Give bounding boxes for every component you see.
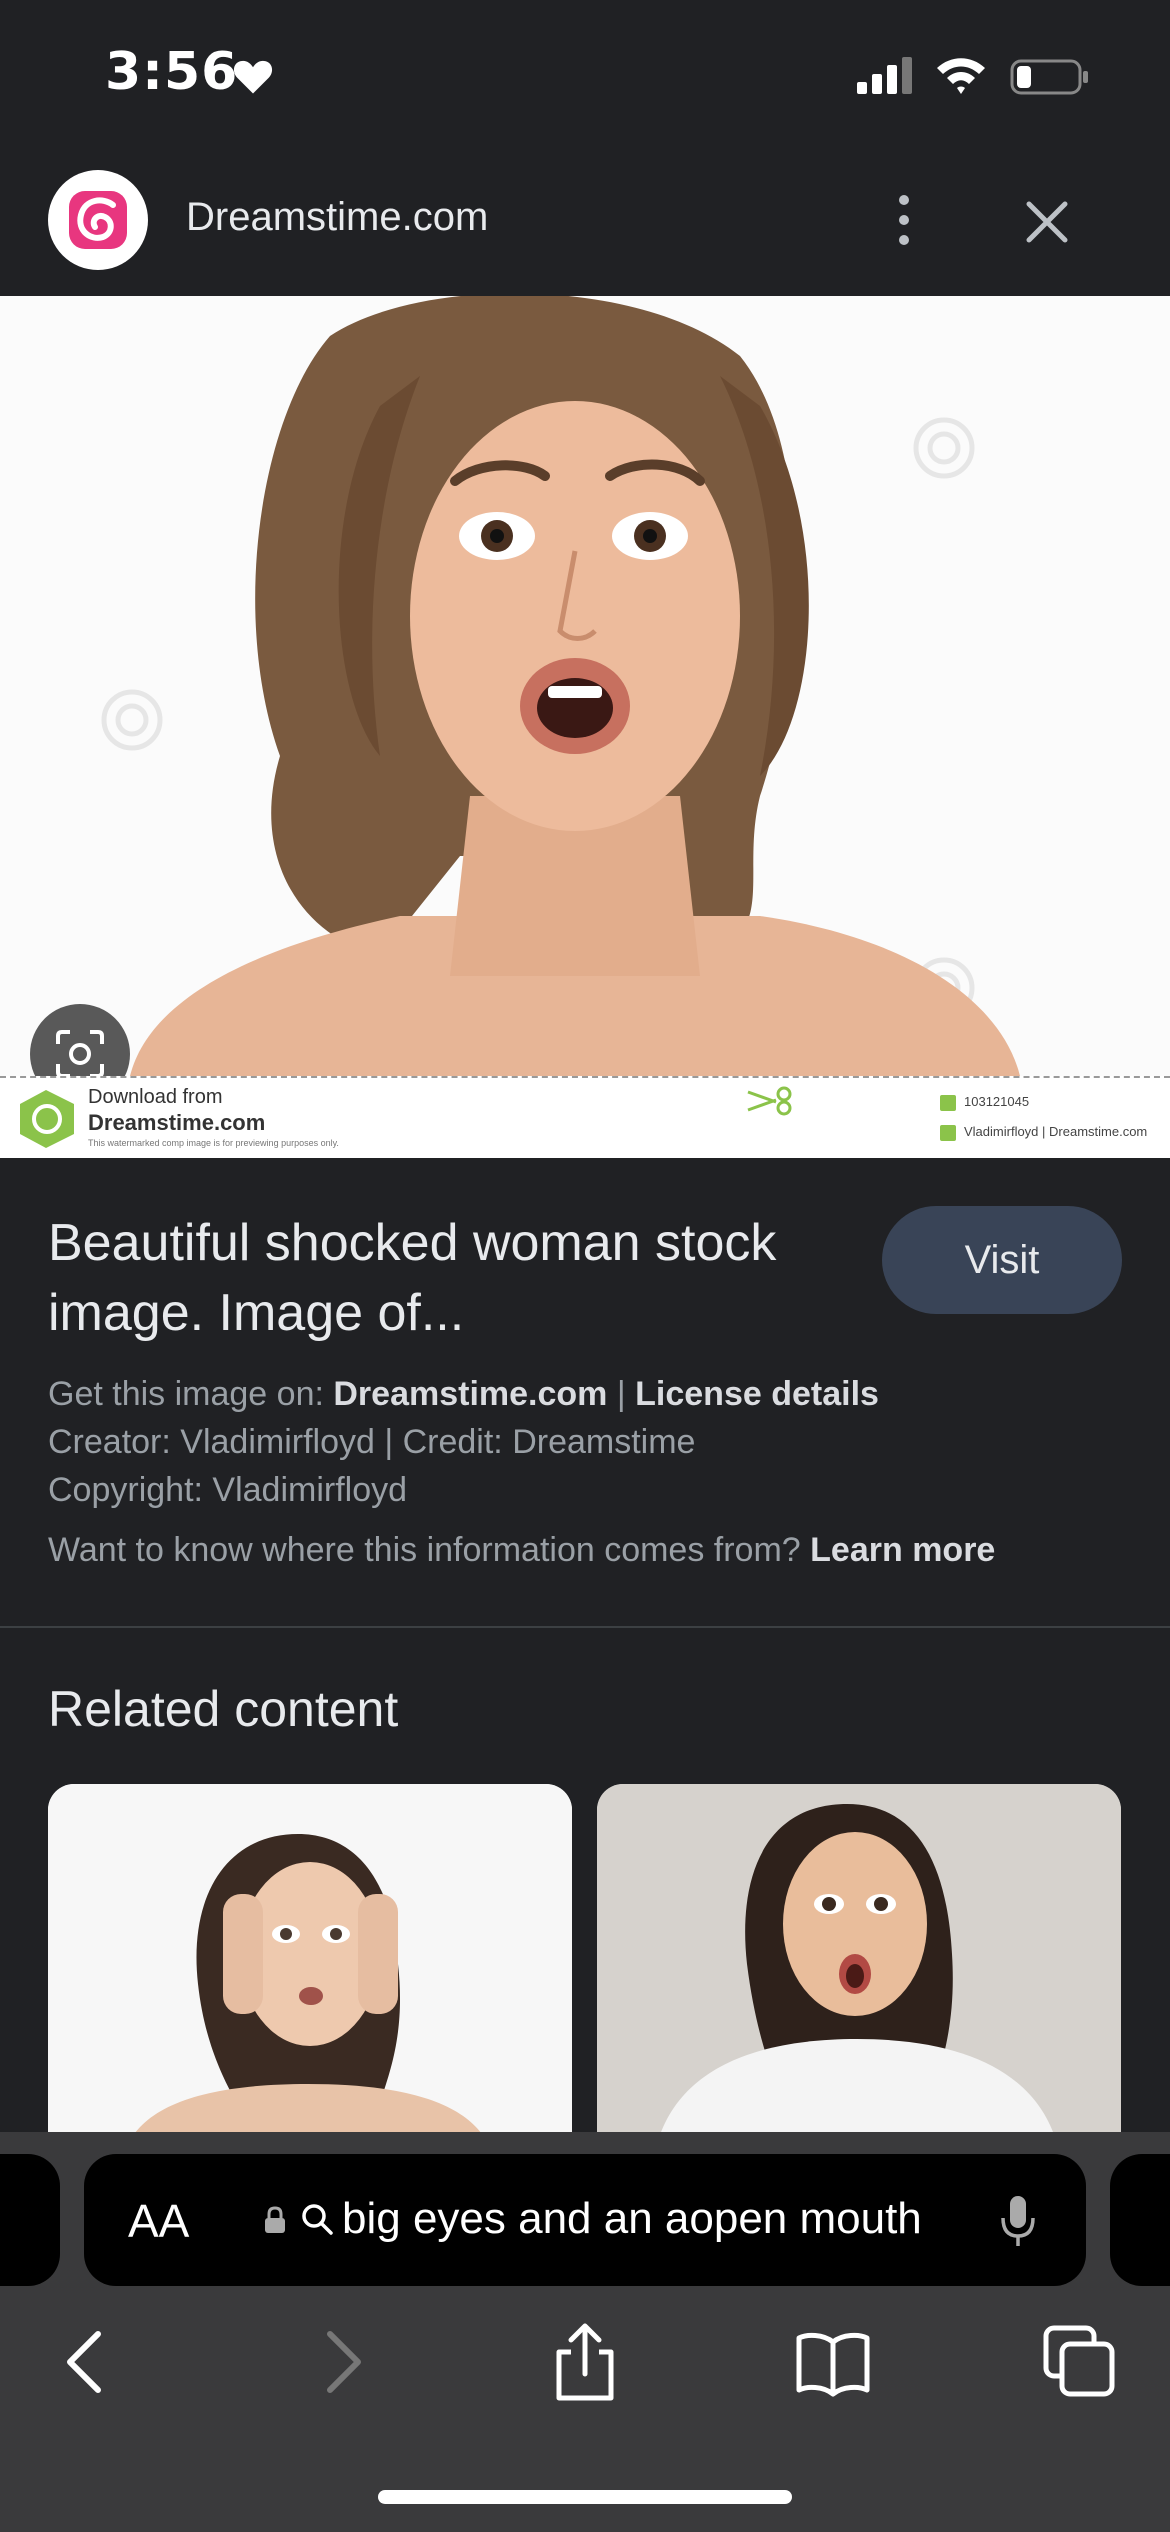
text-size-button[interactable]: AA xyxy=(128,2194,189,2248)
address-text[interactable]: big eyes and an aopen mouth xyxy=(342,2194,922,2244)
heart-icon xyxy=(233,60,273,94)
next-tab-preview[interactable] xyxy=(1110,2154,1170,2286)
related-card[interactable] xyxy=(48,1784,572,2144)
get-image-label: Get this image on: xyxy=(48,1375,324,1413)
scissors-icon xyxy=(747,1086,792,1116)
close-icon[interactable] xyxy=(1015,190,1079,254)
info-question: Want to know where this information come… xyxy=(48,1531,801,1569)
learn-more-link[interactable]: Learn more xyxy=(810,1531,995,1569)
image-metadata: Get this image on: Dreamstime.com | Lice… xyxy=(48,1370,995,1574)
site-header: Dreamstime.com xyxy=(0,160,1170,290)
address-bar[interactable]: AA big eyes and an aopen mouth xyxy=(84,2154,1086,2286)
more-options-icon[interactable] xyxy=(874,190,934,250)
site-title: Dreamstime.com xyxy=(186,195,489,239)
separator: | xyxy=(616,1375,626,1413)
visit-button[interactable]: Visit xyxy=(882,1206,1122,1314)
related-card[interactable] xyxy=(597,1784,1121,2144)
tabs-icon[interactable] xyxy=(1040,2322,1120,2402)
watermark-note: This watermarked comp image is for previ… xyxy=(88,1138,339,1148)
image-title[interactable]: Beautiful shocked woman stock image. Ima… xyxy=(48,1208,808,1348)
image-id-value: 103121045 xyxy=(964,1094,1030,1109)
share-icon[interactable] xyxy=(545,2322,625,2402)
copyright-row: Copyright: Vladimirfloyd xyxy=(48,1471,408,1509)
watermark-download-from: Download from xyxy=(88,1086,223,1108)
main-image[interactable]: Download from Dreamstime.com This waterm… xyxy=(0,296,1170,1158)
microphone-icon[interactable] xyxy=(1000,2194,1036,2248)
back-icon[interactable] xyxy=(48,2322,128,2402)
forward-icon[interactable] xyxy=(300,2322,380,2402)
section-divider xyxy=(0,1626,1170,1628)
source-site-link[interactable]: Dreamstime.com xyxy=(333,1375,607,1413)
watermark-site: Dreamstime.com xyxy=(88,1110,266,1135)
browser-toolbar: AA big eyes and an aopen mouth xyxy=(0,2132,1170,2532)
source-row: Get this image on: Dreamstime.com | Lice… xyxy=(48,1370,995,1418)
dreamstime-watermark-logo-icon xyxy=(20,1090,74,1148)
dreamstime-logo-icon xyxy=(69,191,127,249)
image-id: 103121045 xyxy=(940,1094,1029,1111)
dreamstime-logo xyxy=(48,170,148,270)
related-content-heading: Related content xyxy=(48,1681,399,1737)
lock-icon xyxy=(265,2206,285,2233)
watermark-footer: Download from Dreamstime.com This waterm… xyxy=(0,1076,1170,1158)
related-image-2 xyxy=(597,1784,1121,2144)
wifi-icon xyxy=(937,58,985,94)
status-time: 3:56 xyxy=(105,42,239,102)
cellular-signal-icon xyxy=(857,57,912,94)
image-credit: Vladimirfloyd | Dreamstime.com xyxy=(940,1124,1147,1141)
previous-tab-preview[interactable] xyxy=(0,2154,60,2286)
home-indicator[interactable] xyxy=(378,2490,792,2504)
related-image-1 xyxy=(48,1784,572,2144)
shocked-woman-photo xyxy=(0,296,1170,1076)
lens-icon xyxy=(56,1030,104,1078)
license-details-link[interactable]: License details xyxy=(635,1375,879,1413)
id-badge-icon xyxy=(940,1094,956,1111)
creator-credit-row: Creator: Vladimirfloyd | Credit: Dreamst… xyxy=(48,1423,696,1461)
search-icon xyxy=(302,2204,333,2235)
status-bar: 3:56 xyxy=(0,0,1170,150)
battery-icon xyxy=(1010,59,1088,95)
bookmarks-icon[interactable] xyxy=(793,2322,873,2402)
info-source-row: Want to know where this information come… xyxy=(48,1526,995,1574)
credit-badge-icon xyxy=(940,1124,956,1141)
image-info-panel: Beautiful shocked woman stock image. Ima… xyxy=(0,1158,1170,1628)
image-credit-value: Vladimirfloyd | Dreamstime.com xyxy=(964,1124,1148,1139)
